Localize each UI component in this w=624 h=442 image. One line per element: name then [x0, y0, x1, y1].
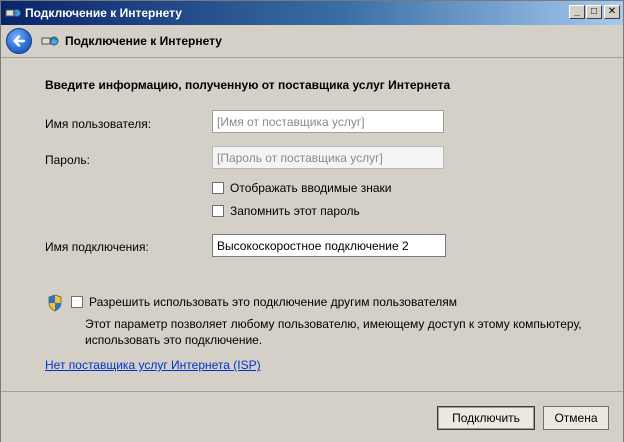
minimize-button[interactable]: _ — [569, 5, 585, 19]
minimize-icon: _ — [574, 6, 580, 17]
connect-to-internet-window: Подключение к Интернету _ □ ✕ Подключени… — [0, 0, 624, 442]
username-label: Имя пользователя: — [45, 117, 152, 131]
allow-sharing-description: Этот параметр позволяет любому пользоват… — [85, 317, 582, 347]
close-button[interactable]: ✕ — [604, 5, 620, 19]
maximize-button[interactable]: □ — [586, 5, 602, 19]
uac-shield-icon — [48, 294, 62, 312]
form-heading: Введите информацию, полученную от постав… — [45, 78, 451, 92]
allow-sharing-checkbox[interactable] — [71, 295, 83, 308]
back-button[interactable] — [6, 28, 32, 54]
cancel-button[interactable]: Отмена — [543, 406, 609, 430]
remember-password-checkbox[interactable] — [212, 204, 224, 217]
remember-password-row[interactable]: Запомнить этот пароль — [212, 203, 360, 219]
show-chars-row[interactable]: Отображать вводимые знаки — [212, 180, 391, 196]
close-icon: ✕ — [607, 6, 617, 17]
maximize-icon: □ — [590, 6, 598, 17]
connection-name-label: Имя подключения: — [45, 240, 149, 254]
connection-name-input[interactable] — [212, 234, 446, 257]
username-input[interactable] — [212, 110, 444, 133]
back-arrow-icon — [13, 35, 26, 47]
main-content: Введите информацию, полученную от постав… — [1, 57, 623, 391]
window-title: Подключение к Интернету — [25, 6, 182, 20]
title-bar: Подключение к Интернету _ □ ✕ — [1, 1, 623, 25]
network-connection-icon — [5, 9, 21, 17]
navigation-bar: Подключение к Интернету — [1, 25, 623, 57]
page-title: Подключение к Интернету — [65, 34, 222, 48]
remember-password-label: Запомнить этот пароль — [230, 203, 360, 218]
no-isp-link[interactable]: Нет поставщика услуг Интернета (ISP) — [45, 358, 261, 372]
allow-sharing-label: Разрешить использовать это подключение д… — [89, 294, 458, 309]
password-input[interactable] — [212, 146, 444, 169]
allow-sharing-row[interactable]: Разрешить использовать это подключение д… — [71, 294, 457, 309]
password-label: Пароль: — [45, 153, 90, 167]
connect-button[interactable]: Подключить — [437, 406, 535, 430]
dialog-footer: Подключить Отмена — [1, 391, 623, 442]
show-chars-label: Отображать вводимые знаки — [230, 180, 392, 195]
show-chars-checkbox[interactable] — [212, 181, 224, 194]
network-globe-icon — [41, 36, 59, 46]
